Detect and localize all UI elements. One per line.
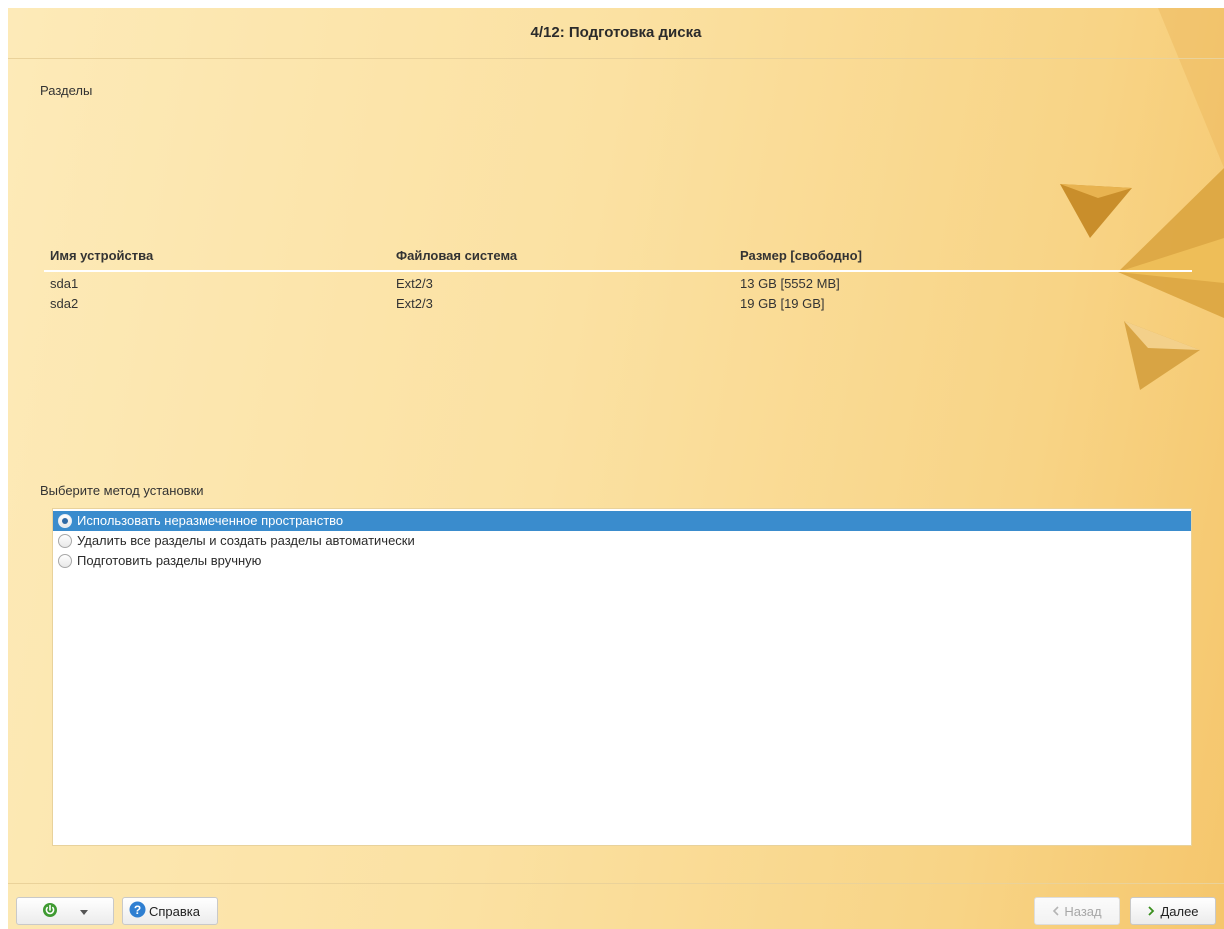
chevron-down-icon	[80, 904, 88, 919]
option-label: Удалить все разделы и создать разделы ав…	[77, 533, 415, 548]
installer-window: 4/12: Подготовка диска Разделы Имя устро…	[8, 8, 1224, 929]
power-menu-button[interactable]	[16, 897, 114, 925]
column-header-filesystem: Файловая система	[396, 248, 518, 263]
chevron-left-icon	[1052, 904, 1060, 919]
help-button-label: Справка	[149, 903, 200, 919]
next-button[interactable]: Далее	[1130, 897, 1216, 925]
svg-text:?: ?	[134, 903, 141, 917]
filesystem-cell: Ext2/3	[396, 276, 433, 291]
size-cell: 19 GB [19 GB]	[740, 296, 825, 311]
title-bar: 4/12: Подготовка диска	[8, 8, 1224, 59]
partitions-table-header: Имя устройства Файловая система Размер […	[44, 246, 1192, 272]
method-option-unallocated[interactable]: Использовать неразмеченное пространство	[53, 511, 1191, 531]
chevron-right-icon	[1147, 904, 1155, 919]
column-header-device: Имя устройства	[50, 248, 154, 263]
radio-button[interactable]	[58, 554, 72, 568]
table-row[interactable]: sda2 Ext2/3 19 GB [19 GB]	[44, 292, 1192, 312]
partitions-label: Разделы	[40, 83, 93, 98]
help-button[interactable]: ? Справка	[122, 897, 218, 925]
power-icon	[42, 902, 58, 921]
method-option-manual[interactable]: Подготовить разделы вручную	[53, 551, 1191, 571]
column-header-size: Размер [свободно]	[740, 248, 862, 263]
install-method-list: Использовать неразмеченное пространство …	[52, 508, 1192, 846]
device-cell: sda2	[50, 296, 79, 311]
back-button[interactable]: Назад	[1034, 897, 1120, 925]
table-row[interactable]: sda1 Ext2/3 13 GB [5552 MB]	[44, 272, 1192, 292]
back-button-label: Назад	[1064, 903, 1102, 919]
radio-button[interactable]	[58, 534, 72, 548]
option-label: Использовать неразмеченное пространство	[77, 513, 344, 528]
option-label: Подготовить разделы вручную	[77, 553, 262, 568]
footer-divider	[8, 883, 1224, 884]
next-button-label: Далее	[1160, 903, 1199, 919]
page-title: 4/12: Подготовка диска	[530, 24, 702, 41]
method-option-auto[interactable]: Удалить все разделы и создать разделы ав…	[53, 531, 1191, 551]
partitions-table: Имя устройства Файловая система Размер […	[44, 246, 1192, 312]
radio-button[interactable]	[58, 514, 72, 528]
device-cell: sda1	[50, 276, 79, 291]
filesystem-cell: Ext2/3	[396, 296, 433, 311]
install-method-label: Выберите метод установки	[40, 483, 204, 498]
help-icon: ?	[129, 901, 146, 921]
size-cell: 13 GB [5552 MB]	[740, 276, 840, 291]
